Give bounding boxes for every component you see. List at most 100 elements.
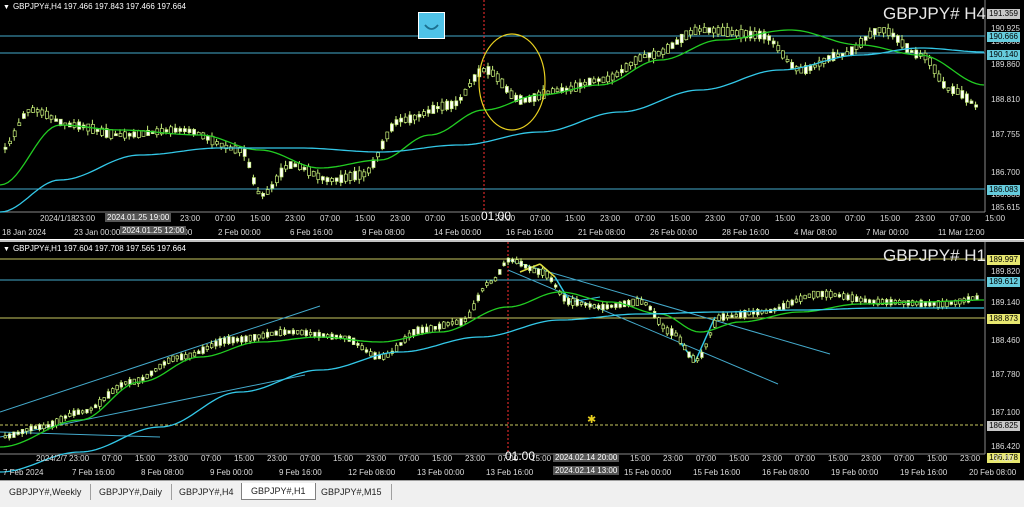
time-axis-label: 15:00 [333,454,354,463]
candle-body [638,54,643,62]
candle-body [974,104,978,108]
h4-chart-pane[interactable]: ▼ GBPJPY#,H4 197.466 197.843 197.466 197.… [0,0,1024,240]
candle-body [675,39,679,45]
candle-body [698,28,702,32]
candle-body [252,177,256,185]
candle-body [334,177,339,182]
time-axis-label: 23:00 [810,214,831,223]
candle-body [145,374,149,379]
candle-body [3,146,8,150]
candle-body [551,88,555,94]
candle-body [661,48,666,55]
candle-body [300,329,304,336]
candle-body [776,45,781,52]
candle-body [417,114,422,118]
collapse-triangle-icon[interactable]: ▼ [3,4,10,11]
time-axis-label: 07:00 [530,214,551,223]
candle-body [16,431,20,435]
candle-body [829,291,833,298]
time-axis-label: 23:00 [168,454,189,463]
candle-body [357,170,362,180]
candle-body [855,296,859,303]
price-axis-label: 189.820 [991,267,1020,276]
date-axis-label: 16 Feb 16:00 [506,228,554,237]
tab-weekly[interactable]: GBPJPY#,Weekly [0,484,92,500]
candle-body [187,128,192,133]
candle-body [261,332,265,339]
time-axis-label: 15:00 [630,454,651,463]
candle-body [283,329,287,335]
h4-chart-canvas[interactable] [0,0,1024,240]
candle-body [485,282,489,286]
candle-body [158,363,162,370]
time-box-label: 2024.02.14 13:00 [553,466,620,475]
candle-body [218,338,222,346]
candle-body [536,268,541,275]
candle-body [353,170,357,181]
candle-body [670,42,675,49]
candle-body [468,311,472,318]
tab-h1[interactable]: GBPJPY#,H1 [241,483,316,500]
candle-body [214,340,218,347]
candle-body [721,313,726,321]
candle-body [40,109,45,116]
candle-body [554,284,558,288]
candle-body [380,140,385,150]
candle-body [867,299,872,304]
tab-h4[interactable]: GBPJPY#,H4 [170,484,244,500]
candle-body [29,425,33,432]
candle-body [872,299,876,304]
candle-body [704,343,708,348]
candle-body [695,358,700,362]
candle-body [433,325,437,330]
candle-body [813,64,817,68]
candle-body [606,75,610,83]
candle-body [661,324,665,330]
candle-body [886,27,891,36]
candle-body [771,40,776,45]
candle-body [786,300,790,309]
candle-body [468,83,472,87]
time-axis-label: 07:00 [950,214,971,223]
candle-body [205,345,210,350]
candle-body [588,303,592,308]
candle-body [76,409,81,415]
candle-body [717,314,721,321]
candle-body [687,351,691,358]
time-axis-label: 07:00 [300,454,321,463]
collapse-triangle-icon[interactable]: ▼ [3,246,10,253]
h1-chart-canvas[interactable]: ✱ [0,242,1024,480]
candle-body [691,355,695,363]
smile-icon[interactable] [418,12,445,39]
candle-body [493,277,498,282]
date-axis-label: 13 Feb 00:00 [417,468,465,477]
candle-body [287,330,291,334]
candle-body [587,77,592,87]
tab-m15[interactable]: GBPJPY#,M15 [312,484,392,500]
candle-body [278,329,283,336]
date-axis-label: 8 Feb 08:00 [141,468,184,477]
time-axis-label: 23:00 [762,454,783,463]
candle-body [532,268,536,274]
date-axis-label: 12 Feb 08:00 [348,468,396,477]
candle-body [837,294,842,298]
h1-chart-pane[interactable]: ✱ ▼ GBPJPY#,H1 197.604 197.708 197.565 19… [0,242,1024,480]
tab-daily[interactable]: GBPJPY#,Daily [90,484,173,500]
candle-body [505,86,509,93]
price-axis-label: 189.140 [991,298,1020,307]
time-axis-label: 07:00 [795,454,816,463]
candle-body [932,64,937,74]
candle-body [491,69,495,77]
candle-body [730,30,735,36]
time-axis-label: 07:00 [201,454,222,463]
time-axis-label: 15:00 [460,214,481,223]
candle-body [247,161,252,168]
h1-ohlc-text: GBPJPY#,H1 197.604 197.708 197.565 197.6… [12,244,186,253]
date-axis-label: 7 Mar 00:00 [866,228,909,237]
candle-body [583,81,587,86]
candle-body [399,117,403,123]
price-axis-label: 185.615 [991,203,1020,212]
time-axis-label: 23:00 [600,214,621,223]
price-tag: 190.666 [987,32,1020,42]
candle-body [463,318,468,322]
